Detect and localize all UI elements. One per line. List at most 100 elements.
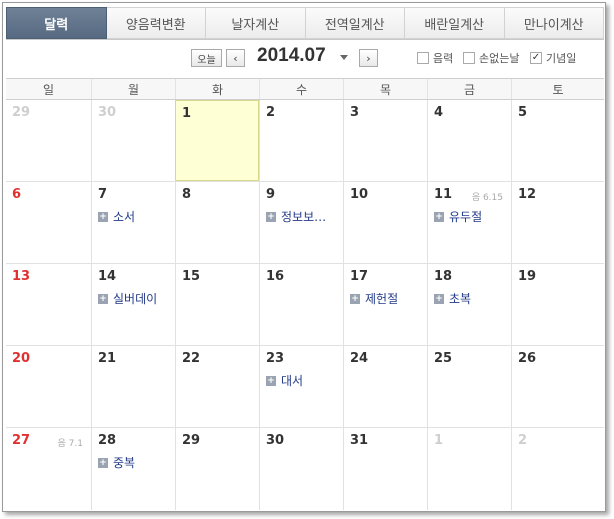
day-cell[interactable]: 29 [175,428,259,510]
day-cell[interactable]: 8 [175,182,259,263]
plus-icon: + [266,211,276,222]
day-number: 22 [182,351,201,366]
prev-month-button[interactable]: ‹ [226,49,245,67]
event-item[interactable]: + 유두절 [434,208,482,225]
day-cell[interactable]: 25 [427,346,511,427]
day-cell[interactable]: 30 [259,428,343,510]
day-cell[interactable]: 27 음 7.1 [6,428,91,510]
auspicious-day-label: 손없는날 [479,52,520,65]
day-cell[interactable]: 31 [343,428,427,510]
event-item[interactable]: + 소서 [98,208,135,225]
day-cell[interactable]: 4 [427,100,511,181]
tab-age-calc[interactable]: 만나이계산 [504,7,604,39]
day-cell[interactable]: 10 [343,182,427,263]
day-number: 31 [350,433,369,448]
checkbox-box[interactable] [463,52,475,64]
day-cell[interactable]: 19 [511,264,604,345]
day-cell[interactable]: 12 [511,182,604,263]
day-number: 13 [12,269,31,284]
event-item[interactable]: + 제헌절 [350,290,398,307]
tab-lunar-convert[interactable]: 양음력변환 [106,7,206,39]
tab-calendar[interactable]: 달력 [6,7,107,39]
day-number: 30 [266,433,285,448]
day-cell[interactable]: 6 [6,182,91,263]
next-month-button[interactable]: › [359,49,378,67]
tab-date-calc[interactable]: 날자계산 [206,7,306,39]
event-item[interactable]: + 초복 [434,290,471,307]
day-number: 1 [182,106,192,121]
tab-ovulation-calc[interactable]: 배란일계산 [405,7,505,39]
tab-bar: 달력 양음력변환 날자계산 전역일계산 배란일계산 만나이계산 [6,6,604,40]
week-row: 20 21 22 23 + 대서 24 25 26 [6,346,604,428]
day-number: 29 [182,433,201,448]
event-item[interactable]: + 대서 [266,372,303,389]
day-cell[interactable]: 16 [259,264,343,345]
day-cell[interactable]: 15 [175,264,259,345]
day-number: 2 [518,433,528,448]
day-cell[interactable]: 1 [427,428,511,510]
day-cell[interactable]: 9 + 정보보… [259,182,343,263]
lunar-date: 음 6.15 [471,193,503,203]
week-row: 13 14 + 실버데이 15 16 17 + 제헌절 18 + 초복 19 [6,264,604,346]
day-cell[interactable]: 18 + 초복 [427,264,511,345]
day-number: 11 [434,187,453,202]
weekday-label: 일 [42,82,55,97]
day-cell[interactable]: 11 음 6.15 + 유두절 [427,182,511,263]
event-label: 정보보… [281,210,327,224]
event-item[interactable]: + 실버데이 [98,290,157,307]
week-row: 6 7 + 소서 8 9 + 정보보… 10 11 음 6.15 + 유두절 12 [6,182,604,264]
event-label: 중복 [113,456,136,470]
weekday-header: 일 월화수목금토 [6,78,604,100]
lunar-checkbox[interactable]: 음력 [417,50,453,66]
day-cell[interactable]: 17 + 제헌절 [343,264,427,345]
day-cell[interactable]: 22 [175,346,259,427]
day-cell[interactable]: 20 [6,346,91,427]
plus-icon: + [434,211,444,222]
tab-discharge-calc[interactable]: 전역일계산 [305,7,405,39]
day-cell[interactable]: 21 [91,346,175,427]
day-number: 9 [266,187,276,202]
day-cell[interactable]: 30 [91,100,175,181]
day-number: 5 [518,105,528,120]
event-label: 소서 [113,210,136,224]
day-number: 12 [518,187,537,202]
day-cell[interactable]: 23 + 대서 [259,346,343,427]
calendar-toolbar: 오늘 ‹ 2014.07 › 음력 손없는날 ✓ 기념일 [6,41,604,77]
auspicious-day-checkbox[interactable]: 손없는날 [463,50,519,66]
event-label: 대서 [281,374,304,388]
day-number: 23 [266,351,285,366]
day-cell[interactable]: 3 [343,100,427,181]
event-item[interactable]: + 정보보… [266,208,326,225]
event-item[interactable]: + 중복 [98,454,135,471]
day-number: 3 [350,105,360,120]
day-cell[interactable]: 14 + 실버데이 [91,264,175,345]
day-cell[interactable]: 7 + 소서 [91,182,175,263]
weekday-label: 목 [343,79,427,99]
day-number: 28 [98,433,117,448]
checkbox-box-checked[interactable]: ✓ [530,52,542,64]
day-cell[interactable]: 28 + 중복 [91,428,175,510]
day-cell[interactable]: 5 [511,100,604,181]
day-cell[interactable]: 24 [343,346,427,427]
day-number: 19 [518,269,537,284]
checkbox-box[interactable] [417,52,429,64]
day-cell[interactable]: 26 [511,346,604,427]
day-cell[interactable]: 2 [511,428,604,510]
day-number: 6 [12,187,22,202]
day-number: 1 [434,433,444,448]
anniversary-checkbox[interactable]: ✓ 기념일 [530,50,576,66]
plus-icon: + [98,293,108,304]
day-number: 21 [98,351,117,366]
day-cell[interactable]: 2 [259,100,343,181]
month-title[interactable]: 2014.07 [257,45,326,67]
day-number: 25 [434,351,453,366]
day-number: 2 [266,105,276,120]
day-number: 29 [12,105,31,120]
weekday-label: 토 [511,79,604,99]
day-cell-today[interactable]: 1 [175,100,259,181]
caret-down-icon[interactable] [340,55,348,60]
today-button[interactable]: 오늘 [191,49,222,67]
day-cell[interactable]: 29 [6,100,91,181]
weekday-label: 수 [259,79,343,99]
day-cell[interactable]: 13 [6,264,91,345]
